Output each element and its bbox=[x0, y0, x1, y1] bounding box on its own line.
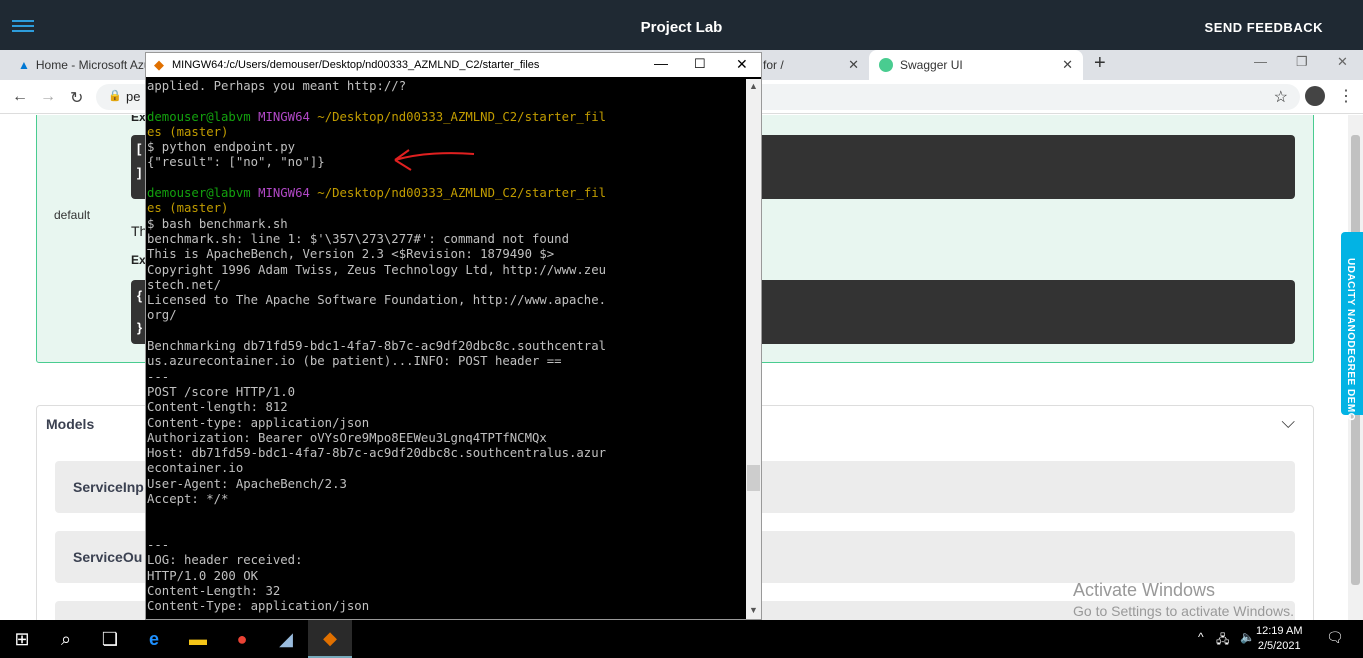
code-bracket-close: ] bbox=[137, 165, 142, 180]
activate-title: Activate Windows bbox=[1073, 580, 1216, 600]
activate-windows-watermark: Activate Windows Go to Settings to activ… bbox=[1073, 580, 1294, 619]
send-feedback-button[interactable]: SEND FEEDBACK bbox=[1205, 20, 1323, 35]
windows-start-icon[interactable]: ⊞ bbox=[0, 620, 44, 658]
star-icon[interactable]: ☆ bbox=[1274, 87, 1288, 107]
terminal-line: LOG: header received: bbox=[147, 553, 303, 568]
terminal-line: benchmark.sh: line 1: $'\357\273\277#': … bbox=[147, 231, 569, 246]
terminal-prompt: demouser@labvm MINGW64 ~/Desktop/nd00333… bbox=[147, 109, 607, 124]
side-tab-label: UDACITY NANODEGREE DEMO bbox=[1345, 258, 1356, 421]
terminal-line: org/ bbox=[147, 308, 177, 323]
terminal-line: Benchmarking db71fd59-bdc1-4fa7-8b7c-ac9… bbox=[147, 339, 607, 354]
windows-taskbar: ⊞ ⌕ ❏ e ▬ ● ◢ ◆ ^ 🖧 🔈 12:19 AM 2/5/2021 … bbox=[0, 620, 1363, 658]
git-icon: ◆ bbox=[154, 57, 164, 72]
terminal-line: --- bbox=[147, 537, 170, 552]
terminal-line: --- bbox=[147, 369, 170, 384]
browser-menu-icon[interactable]: ⋮ bbox=[1338, 86, 1354, 106]
volume-muted-icon[interactable]: 🔈 bbox=[1240, 630, 1255, 644]
scroll-up-icon[interactable]: ▲ bbox=[749, 81, 758, 91]
terminal-line: Authorization: Bearer oVYsOre9Mpo8EEWeu3… bbox=[147, 430, 547, 445]
chrome-icon[interactable]: ● bbox=[220, 620, 264, 658]
address-text: pe bbox=[126, 89, 141, 104]
example-label: Ex bbox=[131, 115, 146, 124]
close-window-icon[interactable]: ✕ bbox=[1337, 54, 1348, 70]
tab-azure-home[interactable]: ▲ Home - Microsoft Azu bbox=[0, 50, 160, 80]
terminal-line: Content-Length: 32 bbox=[147, 583, 281, 598]
git-bash-icon[interactable]: ◆ bbox=[308, 620, 352, 658]
app-icon[interactable]: ◢ bbox=[264, 620, 308, 658]
app-title: Project Lab bbox=[640, 19, 723, 36]
tab-for[interactable]: for / ✕ bbox=[757, 50, 869, 80]
tab-label: for / bbox=[763, 58, 784, 72]
close-tab-icon[interactable]: ✕ bbox=[1062, 57, 1073, 73]
mingw64-terminal-window[interactable]: ◆ MINGW64:/c/Users/demouser/Desktop/nd00… bbox=[145, 52, 762, 620]
maximize-icon[interactable]: ☐ bbox=[694, 56, 706, 72]
terminal-line: Content-type: application/json bbox=[147, 415, 370, 430]
terminal-prompt-branch: es (master) bbox=[147, 201, 229, 216]
red-arrow-annotation bbox=[394, 149, 475, 171]
notifications-icon[interactable]: 🗨 bbox=[1326, 629, 1344, 646]
chevron-down-icon[interactable]: ⌵ bbox=[1281, 412, 1295, 433]
lock-icon: 🔒 bbox=[108, 90, 122, 102]
reload-icon[interactable]: ↻ bbox=[70, 88, 83, 108]
network-icon[interactable]: 🖧 bbox=[1216, 630, 1229, 651]
file-explorer-icon[interactable]: ▬ bbox=[176, 620, 220, 658]
terminal-line: us.azurecontainer.io (be patient)...INFO… bbox=[147, 354, 562, 369]
minimize-icon[interactable]: — bbox=[654, 55, 668, 71]
example-label: Ex bbox=[131, 253, 146, 267]
terminal-line: Host: db71fd59-bdc1-4fa7-8b7c-ac9df20dbc… bbox=[147, 446, 607, 461]
tab-swagger-ui[interactable]: Swagger UI ✕ bbox=[869, 50, 1083, 80]
tab-label: Swagger UI bbox=[900, 58, 963, 72]
terminal-line: econtainer.io bbox=[147, 461, 244, 476]
terminal-line: Accept: */* bbox=[147, 492, 229, 507]
system-clock[interactable]: 12:19 AM 2/5/2021 bbox=[1256, 624, 1302, 654]
tab-label: Home - Microsoft Azu bbox=[35, 58, 151, 72]
terminal-line: $ bash benchmark.sh bbox=[147, 216, 288, 231]
terminal-line: This is ApacheBench, Version 2.3 <$Revis… bbox=[147, 247, 555, 262]
back-icon[interactable]: ← bbox=[12, 88, 28, 106]
terminal-prompt: demouser@labvm MINGW64 ~/Desktop/nd00333… bbox=[147, 186, 607, 201]
terminal-line: HTTP/1.0 200 OK bbox=[147, 568, 259, 583]
code-brace-open: { bbox=[137, 288, 143, 303]
new-tab-icon[interactable]: + bbox=[1094, 52, 1106, 75]
terminal-scrollbar[interactable]: ▲ ▼ bbox=[746, 79, 761, 619]
swagger-icon bbox=[879, 58, 893, 72]
terminal-line: User-Agent: ApacheBench/2.3 bbox=[147, 476, 347, 491]
code-brace-close: } bbox=[137, 320, 143, 335]
scroll-down-icon[interactable]: ▼ bbox=[749, 605, 758, 615]
clock-date: 2/5/2021 bbox=[1257, 640, 1301, 652]
forward-icon[interactable]: → bbox=[40, 88, 56, 106]
terminal-titlebar[interactable]: ◆ MINGW64:/c/Users/demouser/Desktop/nd00… bbox=[146, 53, 761, 77]
restore-icon[interactable]: ❐ bbox=[1296, 54, 1308, 70]
terminal-prompt-branch: es (master) bbox=[147, 124, 229, 139]
profile-avatar-icon[interactable] bbox=[1305, 86, 1325, 106]
task-view-icon[interactable]: ❏ bbox=[88, 620, 132, 658]
terminal-line: applied. Perhaps you meant http://? bbox=[147, 79, 407, 93]
internet-explorer-icon[interactable]: e bbox=[132, 620, 176, 658]
udacity-side-tab[interactable]: UDACITY NANODEGREE DEMO bbox=[1341, 232, 1363, 421]
terminal-line: Licensed to The Apache Software Foundati… bbox=[147, 293, 607, 308]
chevron-up-icon[interactable]: ^ bbox=[1198, 630, 1204, 644]
project-lab-header: Project Lab SEND FEEDBACK bbox=[0, 0, 1363, 55]
clock-time: 12:19 AM bbox=[1256, 625, 1303, 637]
code-bracket-open: [ bbox=[137, 141, 142, 156]
response-code-default: default bbox=[54, 208, 91, 222]
activate-subtitle: Go to Settings to activate Windows. bbox=[1073, 603, 1294, 619]
models-title[interactable]: Models bbox=[46, 416, 94, 432]
terminal-line: stech.net/ bbox=[147, 277, 222, 292]
terminal-line: Copyright 1996 Adam Twiss, Zeus Technolo… bbox=[147, 262, 607, 277]
azure-icon: ▲ bbox=[18, 58, 30, 72]
minimize-icon[interactable]: — bbox=[1254, 54, 1267, 69]
terminal-line: POST /score HTTP/1.0 bbox=[147, 384, 296, 399]
terminal-title: MINGW64:/c/Users/demouser/Desktop/nd0033… bbox=[172, 59, 540, 71]
terminal-line: Content-length: 812 bbox=[147, 400, 288, 415]
close-tab-icon[interactable]: ✕ bbox=[848, 57, 859, 73]
close-icon[interactable]: ✕ bbox=[736, 56, 748, 73]
terminal-line: Content-Type: application/json bbox=[147, 599, 370, 614]
search-icon[interactable]: ⌕ bbox=[44, 620, 88, 658]
